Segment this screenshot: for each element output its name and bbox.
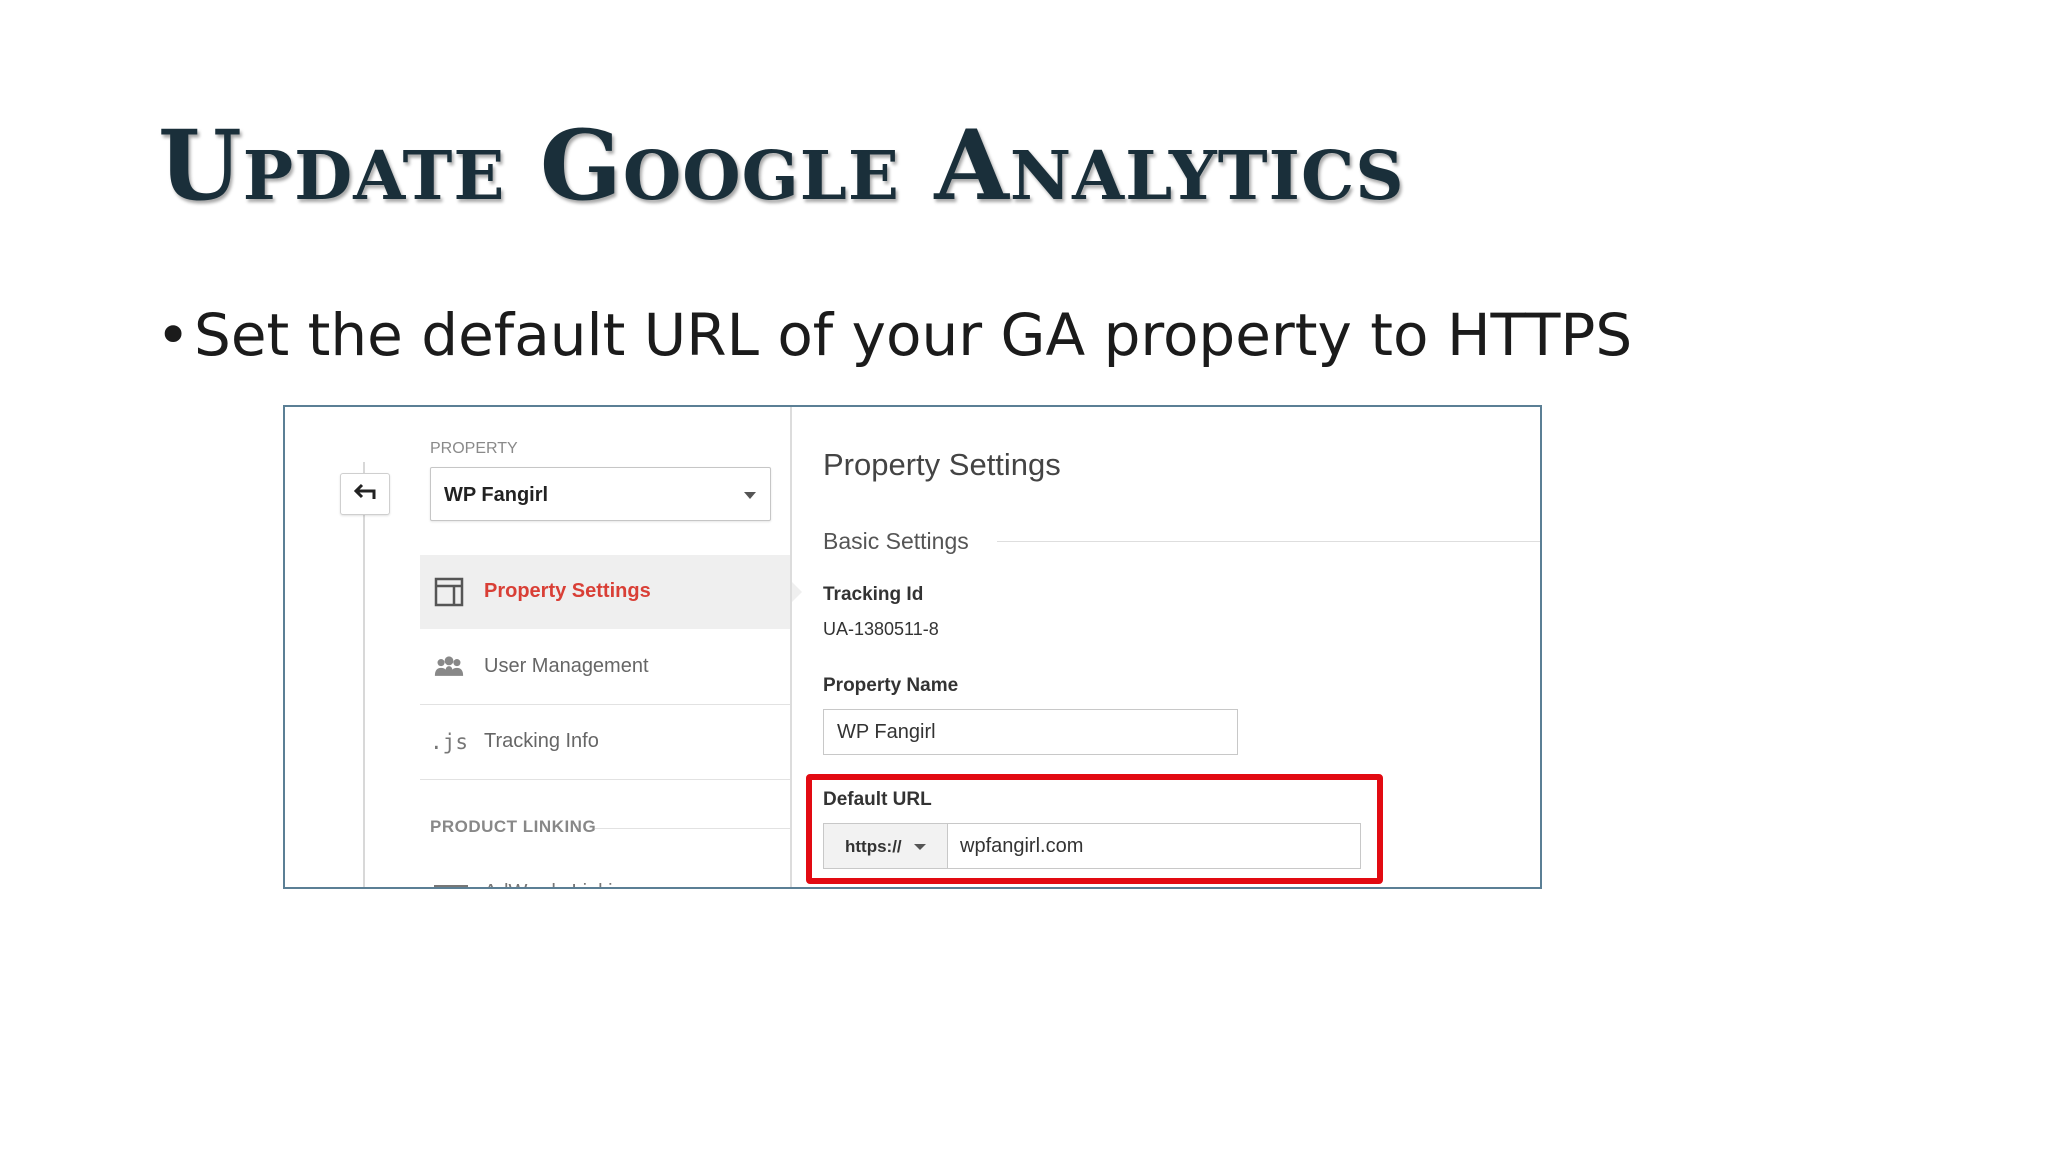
section-rule <box>595 828 790 829</box>
sidebar-rule <box>363 462 365 887</box>
sidebar-item-adwords-linking[interactable]: AdWords Linking <box>420 879 790 887</box>
tracking-id-label: Tracking Id <box>823 584 924 605</box>
panel-title: Property Settings <box>823 447 1061 482</box>
property-label: PROPERTY <box>430 440 518 457</box>
bullet-icon: • <box>156 301 191 369</box>
property-settings-icon <box>434 577 464 607</box>
property-settings-panel: Property Settings Basic Settings Trackin… <box>792 407 1540 887</box>
product-linking-heading: PRODUCT LINKING <box>430 817 597 836</box>
slide-title: Update Google Analytics <box>158 109 1405 222</box>
url-scheme-value: https:// <box>845 837 902 856</box>
sidebar-item-label: User Management <box>484 655 649 677</box>
property-name-label: Property Name <box>823 675 959 696</box>
bullet-point: •Set the default URL of your GA property… <box>156 306 1632 364</box>
users-icon <box>434 652 464 682</box>
analytics-screenshot: PROPERTY WP Fangirl Property Settings Us… <box>283 405 1542 889</box>
sidebar: PROPERTY WP Fangirl Property Settings Us… <box>285 407 802 887</box>
adwords-icon <box>434 885 468 887</box>
default-url-label: Default URL <box>823 789 932 810</box>
back-button[interactable] <box>340 473 390 515</box>
js-icon: .js <box>430 730 468 754</box>
sidebar-item-property-settings[interactable]: Property Settings <box>420 555 802 629</box>
bullet-text: Set the default URL of your GA property … <box>194 301 1633 369</box>
property-select[interactable]: WP Fangirl <box>430 467 771 521</box>
back-arrow-icon <box>353 483 377 506</box>
sidebar-item-label: Property Settings <box>484 580 651 602</box>
tracking-id-value: UA-1380511-8 <box>823 619 939 639</box>
sidebar-item-label: AdWords Linking <box>484 881 635 887</box>
sidebar-item-tracking-info[interactable]: .js Tracking Info <box>420 705 790 779</box>
default-url-input[interactable] <box>947 823 1361 869</box>
section-rule <box>997 541 1540 542</box>
property-name-input[interactable] <box>823 709 1238 755</box>
url-scheme-select[interactable]: https:// <box>823 823 948 869</box>
property-select-value: WP Fangirl <box>444 484 549 506</box>
sidebar-item-label: Tracking Info <box>484 730 599 752</box>
basic-settings-heading: Basic Settings <box>823 528 969 554</box>
caret-down-icon <box>744 492 756 499</box>
sidebar-item-user-management[interactable]: User Management <box>420 630 790 704</box>
caret-down-icon <box>914 844 926 850</box>
nav-divider <box>420 779 790 780</box>
